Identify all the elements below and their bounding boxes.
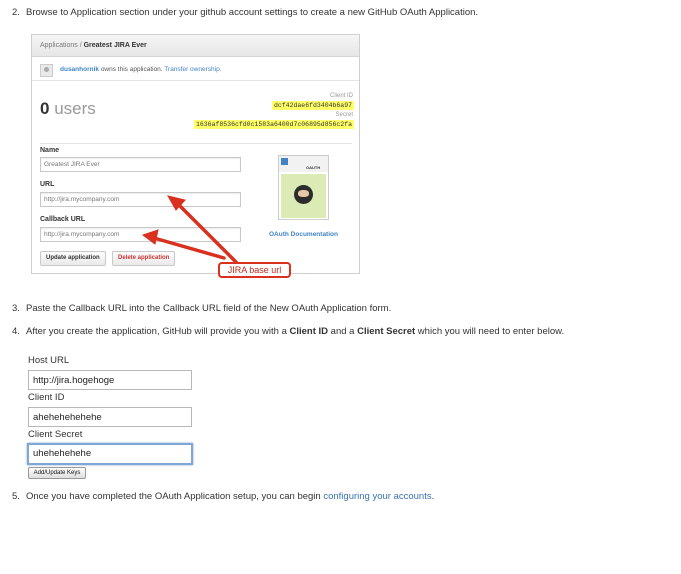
client-id-label: Client ID [28,392,65,403]
client-secret-emphasis: Client Secret [357,326,416,337]
arrow-head-icon [141,229,159,245]
step-5: 5. Once you have completed the OAuth Appl… [12,491,435,502]
client-secret-input[interactable]: uhehehehehe [27,443,193,465]
step-number: 4. [12,326,20,337]
step-text: Paste the Callback URL into the Callback… [26,303,392,314]
jira-base-url-callout: JIRA base url [218,262,291,278]
client-secret-label: Client Secret [28,429,83,440]
add-update-keys-button[interactable]: Add/Update Keys [28,467,86,479]
step-number: 3. [12,303,20,314]
host-url-input[interactable]: http://jira.hogehoge [28,370,192,390]
host-url-label: Host URL [28,355,70,366]
configuring-accounts-link[interactable]: configuring your accounts [323,491,431,502]
client-id-emphasis: Client ID [289,326,329,337]
client-id-input[interactable]: ahehehehehehe [28,407,192,427]
step-number: 5. [12,491,20,502]
step-4: 4. After you create the application, GitH… [12,326,565,337]
step-3: 3. Paste the Callback URL into the Callba… [12,303,391,314]
annotation-arrows [141,195,238,264]
